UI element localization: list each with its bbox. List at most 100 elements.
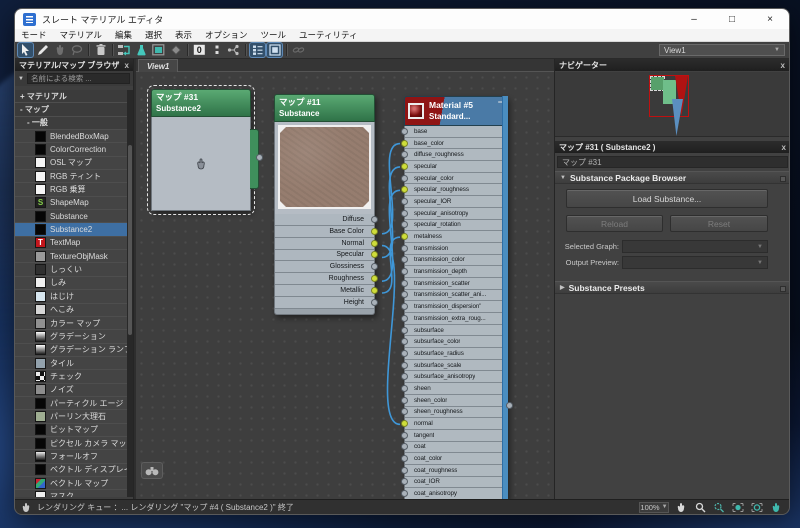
input-slot[interactable]: coat_roughness [401, 464, 507, 477]
input-slot[interactable]: subsurface [401, 324, 507, 337]
input-socket[interactable] [401, 490, 408, 498]
material-map-browser-toggle-icon[interactable] [249, 42, 266, 58]
input-socket[interactable] [401, 174, 408, 182]
list-item[interactable]: はじけ [15, 290, 128, 304]
node-header[interactable]: マップ #11 Substance [274, 94, 375, 122]
input-slot[interactable]: transmission_extra_roug... [401, 313, 507, 325]
input-socket[interactable] [401, 221, 408, 229]
input-slot[interactable]: subsurface_anisotropy [401, 371, 507, 384]
input-slot[interactable]: specular_anisotropy [401, 207, 507, 220]
input-socket[interactable] [401, 268, 408, 276]
input-socket[interactable] [401, 291, 408, 299]
output-socket[interactable] [371, 298, 378, 306]
input-socket[interactable] [401, 373, 408, 381]
node-body[interactable] [151, 117, 251, 211]
input-slot[interactable]: sheen_roughness [401, 406, 507, 419]
list-item[interactable]: しっくい [15, 263, 128, 277]
scrollbar-thumb[interactable] [128, 145, 132, 335]
input-slot[interactable]: coat_IOR [401, 476, 507, 489]
input-socket[interactable] [401, 127, 408, 135]
input-slot[interactable]: transmission_color [401, 254, 507, 267]
output-slot[interactable]: Specular [275, 249, 378, 262]
list-item[interactable]: BlendedBoxMap [15, 130, 128, 144]
output-slot[interactable]: Roughness [275, 273, 378, 286]
output-socket[interactable] [256, 154, 263, 161]
reset-button[interactable]: Reset [670, 215, 768, 232]
output-socket[interactable] [371, 239, 378, 247]
list-item[interactable]: チェック [15, 370, 128, 384]
input-slot[interactable]: specular_IOR [401, 196, 507, 208]
rollout-substance-presets[interactable]: ▶ Substance Presets [555, 281, 789, 294]
input-socket[interactable] [401, 455, 408, 463]
input-socket[interactable] [401, 303, 408, 311]
input-socket[interactable] [401, 279, 408, 287]
input-slot[interactable]: normal [401, 418, 507, 430]
list-item[interactable]: フォールオフ [15, 450, 128, 464]
close-button[interactable]: × [751, 9, 789, 29]
list-item[interactable]: パーティクル エージ [15, 396, 128, 411]
list-item[interactable]: RGB ティント [15, 170, 128, 184]
material-output-socket[interactable] [506, 402, 513, 409]
menu-item[interactable]: ユーティリティ [299, 29, 357, 41]
input-slot[interactable]: base_color [401, 137, 507, 150]
list-item[interactable]: ベクトル マップ [15, 476, 128, 491]
input-socket[interactable] [401, 314, 408, 322]
input-socket[interactable] [401, 244, 408, 252]
view-selector-dropdown[interactable]: View1 ▼ [659, 44, 785, 56]
list-item[interactable]: グラデーション [15, 330, 128, 344]
node-header[interactable]: マップ #31 Substance2 [151, 89, 251, 117]
input-slot[interactable]: subsurface_radius [401, 348, 507, 360]
list-item[interactable]: タイル [15, 356, 128, 371]
zoom-tool-icon[interactable] [693, 501, 707, 513]
menu-item[interactable]: ツール [261, 29, 287, 41]
node-branch-icon[interactable] [226, 43, 241, 57]
input-slot[interactable]: subsurface_color [401, 336, 507, 349]
list-item[interactable]: ビットマップ [15, 423, 128, 437]
input-socket[interactable] [401, 326, 408, 334]
input-socket[interactable] [401, 478, 408, 486]
output-socket[interactable] [371, 215, 378, 223]
zoom-extents-icon[interactable] [731, 501, 745, 513]
navigator-header[interactable]: ナビゲーター x [555, 59, 789, 71]
zoom-region-icon[interactable] [712, 501, 726, 513]
input-socket[interactable] [401, 256, 408, 264]
menu-item[interactable]: モード [21, 29, 47, 41]
parameter-editor-toggle-icon[interactable] [266, 42, 283, 58]
close-icon[interactable]: x [782, 143, 786, 152]
output-socket[interactable] [371, 227, 378, 235]
input-slot[interactable]: coat_color [401, 453, 507, 465]
input-socket[interactable] [401, 466, 408, 474]
search-input[interactable]: 名前による検索 ... [26, 73, 130, 84]
input-slot[interactable]: diffuse_roughness [401, 149, 507, 162]
list-item[interactable]: へこみ [15, 303, 128, 317]
list-item[interactable]: パーリン大理石 [15, 410, 128, 424]
pencil-tool-icon[interactable] [35, 43, 50, 57]
selected-graph-dropdown[interactable]: ▼ [622, 240, 768, 253]
view-tab[interactable]: View1 [138, 59, 179, 72]
input-slot[interactable]: specular [401, 161, 507, 173]
navigator-minimap[interactable] [555, 72, 789, 137]
show-map-in-viewport-icon[interactable] [151, 43, 166, 57]
close-icon[interactable]: x [781, 61, 785, 70]
input-slot[interactable]: metalness [401, 231, 507, 243]
input-socket[interactable] [401, 197, 408, 205]
list-item[interactable]: - 一般 [15, 116, 128, 131]
menu-item[interactable]: 選択 [145, 29, 162, 41]
rollout-substance-package-browser[interactable]: ▼ Substance Package Browser [555, 171, 789, 184]
menu-item[interactable]: マテリアル [60, 29, 102, 41]
input-socket[interactable] [401, 338, 408, 346]
list-item[interactable]: T TextMap [15, 236, 128, 251]
input-slot[interactable]: specular_color [401, 172, 507, 185]
output-slot[interactable]: Base Color [275, 225, 378, 238]
input-socket[interactable] [401, 443, 408, 451]
hide-unused-slots-icon[interactable] [117, 43, 132, 57]
browser-scrollbar[interactable] [127, 90, 133, 497]
list-item[interactable]: Substance2 [15, 223, 128, 237]
pan-zoom-mode-icon[interactable] [769, 501, 783, 513]
minimize-button[interactable]: – [675, 9, 713, 29]
browser-panel-header[interactable]: マテリアル/マップ ブラウザ x [15, 59, 133, 71]
list-item[interactable]: S ShapeMap [15, 196, 128, 211]
menu-item[interactable]: 編集 [115, 29, 132, 41]
list-item[interactable]: OSL マップ [15, 156, 128, 171]
input-socket[interactable] [401, 408, 408, 416]
